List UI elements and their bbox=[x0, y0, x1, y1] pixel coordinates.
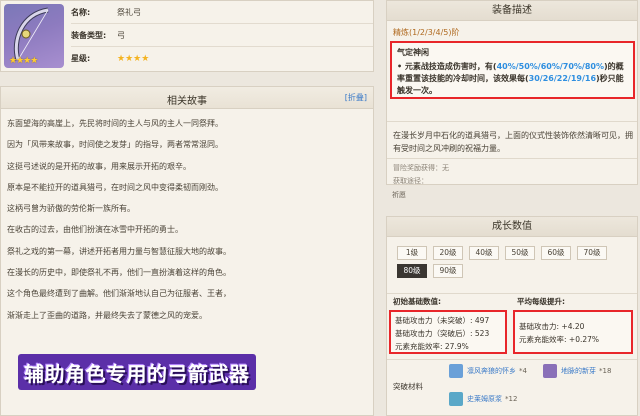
type-value: 弓 bbox=[117, 30, 125, 40]
divider bbox=[387, 158, 637, 159]
fold-toggle[interactable]: [折叠] bbox=[345, 92, 367, 103]
level-tab-1[interactable]: 1级 bbox=[397, 246, 427, 260]
name-label: 名称: bbox=[71, 7, 91, 17]
divider bbox=[387, 121, 637, 122]
story-line: 在漫长的历史中，即使祭礼不再，他们一直扮演着这样的角色。 bbox=[7, 268, 231, 278]
thumbnail-stars: ★★★★ bbox=[9, 56, 38, 66]
effect-highlight-box: 气定神闲 • 元素战技造成伤害时，有(40%/50%/60%/70%/80%)的… bbox=[390, 41, 635, 99]
weapon-description: 在漫长岁月中石化的道具猎弓，上面的仪式性装饰依然清晰可见，拥有受时间之风冲刷的祝… bbox=[393, 131, 633, 153]
base-atk-ascended: 基础攻击力（突破后）: 523 bbox=[395, 329, 490, 338]
story-line: 渐渐走上了歪曲的道路，并最终失去了蒙德之风的宠爱。 bbox=[7, 310, 207, 320]
description-panel: 装备描述 精炼(1/2/3/4/5)阶 气定神闲 • 元素战技造成伤害时，有(4… bbox=[386, 0, 638, 185]
wolf-tooth-icon bbox=[449, 364, 463, 378]
name-row: 名称: 祭礼弓 bbox=[71, 1, 373, 24]
adventure-source: 冒险奖励获得：无 bbox=[393, 164, 449, 172]
material-name: 凛风奔狼的怀乡 bbox=[467, 367, 516, 375]
divider bbox=[387, 293, 637, 294]
rarity-stars: ★★★★ bbox=[117, 53, 150, 64]
material-item[interactable]: 凛风奔狼的怀乡 *4 bbox=[449, 363, 527, 379]
story-text: 东面望海的高崖上，先民将时间的主人与风的主人一同祭拜。 因为「风带来故事，时间使… bbox=[1, 109, 373, 330]
divider bbox=[387, 359, 637, 360]
story-line: 在收古的过去，由他们扮演在冰雪中开拓的勇士。 bbox=[7, 225, 183, 235]
effect-cooldown: 30/26/22/19/16 bbox=[528, 74, 597, 83]
material-name: 史莱姆原浆 bbox=[467, 395, 502, 403]
effect-name: 气定神闲 bbox=[397, 48, 429, 57]
level-tab-90[interactable]: 90级 bbox=[433, 264, 463, 278]
growth-panel: 成长数值 1级 20级 40级 50级 60级 70级 80级 90级 初始基础… bbox=[386, 216, 638, 416]
rarity-row: 星级: ★★★★ bbox=[71, 47, 373, 70]
story-header: 相关故事 [折叠] bbox=[1, 87, 373, 109]
level-tab-40[interactable]: 40级 bbox=[469, 246, 499, 260]
growth-title: 成长数值 bbox=[387, 217, 637, 237]
weapon-thumbnail: ★★★★ bbox=[4, 4, 64, 68]
material-count: *12 bbox=[505, 395, 518, 403]
base-energy-recharge: 元素充能效率: 27.9% bbox=[395, 342, 469, 351]
material-count: *4 bbox=[519, 367, 527, 375]
story-line: 东面望海的高崖上，先民将时间的主人与风的主人一同祭拜。 bbox=[7, 119, 223, 128]
type-row: 装备类型: 弓 bbox=[71, 24, 373, 47]
level-tab-80[interactable]: 80级 bbox=[397, 264, 427, 278]
avg-energy-recharge: 元素充能效率: +0.27% bbox=[519, 335, 600, 344]
avg-growth-heading: 平均每级提升: bbox=[517, 297, 565, 306]
material-item[interactable]: 史莱姆原浆 *12 bbox=[449, 391, 517, 407]
level-tab-20[interactable]: 20级 bbox=[433, 246, 463, 260]
story-line: 这柄弓曾为骄傲的劳伦斯一族所有。 bbox=[7, 204, 135, 214]
obtain-value: 祈愿 bbox=[392, 191, 406, 199]
effect-text-part: • 元素战技造成伤害时，有( bbox=[397, 62, 497, 71]
level-tab-50[interactable]: 50级 bbox=[505, 246, 535, 260]
level-tab-70[interactable]: 70级 bbox=[577, 246, 607, 260]
material-item[interactable]: 地脉的新芽 *18 bbox=[543, 363, 611, 379]
caption-banner: 辅助角色专用的弓箭武器 bbox=[18, 354, 256, 390]
effect-chance: 40%/50%/60%/70%/80% bbox=[496, 62, 604, 71]
avg-growth-box: 基础攻击力: +4.20 元素充能效率: +0.27% bbox=[513, 310, 633, 354]
material-count: *18 bbox=[599, 367, 612, 375]
story-line: 这个角色最终遭到了曲解。他们渐渐地认自己为征服者、王者， bbox=[7, 289, 231, 299]
name-value: 祭礼弓 bbox=[117, 7, 141, 17]
type-label: 装备类型: bbox=[71, 30, 107, 40]
base-stats-heading: 初始基础数值: bbox=[393, 297, 441, 306]
story-line: 原本是不能拉开的道具猎弓，在时间之风中变得柔韧而刚劲。 bbox=[7, 182, 223, 192]
materials-label: 突破材料 bbox=[393, 382, 423, 391]
story-line: 祭礼之戏的第一幕，讲述开拓者用力量与智慧征服大地的故事。 bbox=[7, 246, 231, 256]
description-title: 装备描述 bbox=[387, 1, 637, 21]
obtain-label: 获取途径： bbox=[393, 177, 428, 185]
level-selector: 1级 20级 40级 50级 60级 70级 80级 90级 bbox=[397, 246, 633, 278]
slime-concentrate-icon bbox=[449, 392, 463, 406]
item-info-card: ★★★★ 名称: 祭礼弓 装备类型: 弓 星级: ★★★★ bbox=[0, 0, 374, 72]
rarity-label: 星级: bbox=[71, 54, 91, 63]
avg-atk: 基础攻击力: +4.20 bbox=[519, 322, 585, 331]
ley-line-sprout-icon bbox=[543, 364, 557, 378]
refine-levels: 精炼(1/2/3/4/5)阶 bbox=[393, 28, 460, 37]
story-line: 因为「风带来故事，时间使之发芽」的指导，两者常常混同。 bbox=[7, 140, 223, 150]
story-line: 这挺弓述说的是开拓的故事，用来展示开拓的艰辛。 bbox=[7, 161, 191, 171]
story-title: 相关故事 bbox=[167, 96, 207, 107]
base-stats-box: 基础攻击力（未突破）: 497 基础攻击力（突破后）: 523 元素充能效率: … bbox=[389, 310, 507, 354]
material-name: 地脉的新芽 bbox=[561, 367, 596, 375]
base-atk-unascended: 基础攻击力（未突破）: 497 bbox=[395, 316, 490, 325]
caption-text: 辅助角色专用的弓箭武器 bbox=[24, 361, 250, 386]
effect-text: • 元素战技造成伤害时，有(40%/50%/60%/70%/80%)的概率重置该… bbox=[397, 61, 628, 97]
level-tab-60[interactable]: 60级 bbox=[541, 246, 571, 260]
